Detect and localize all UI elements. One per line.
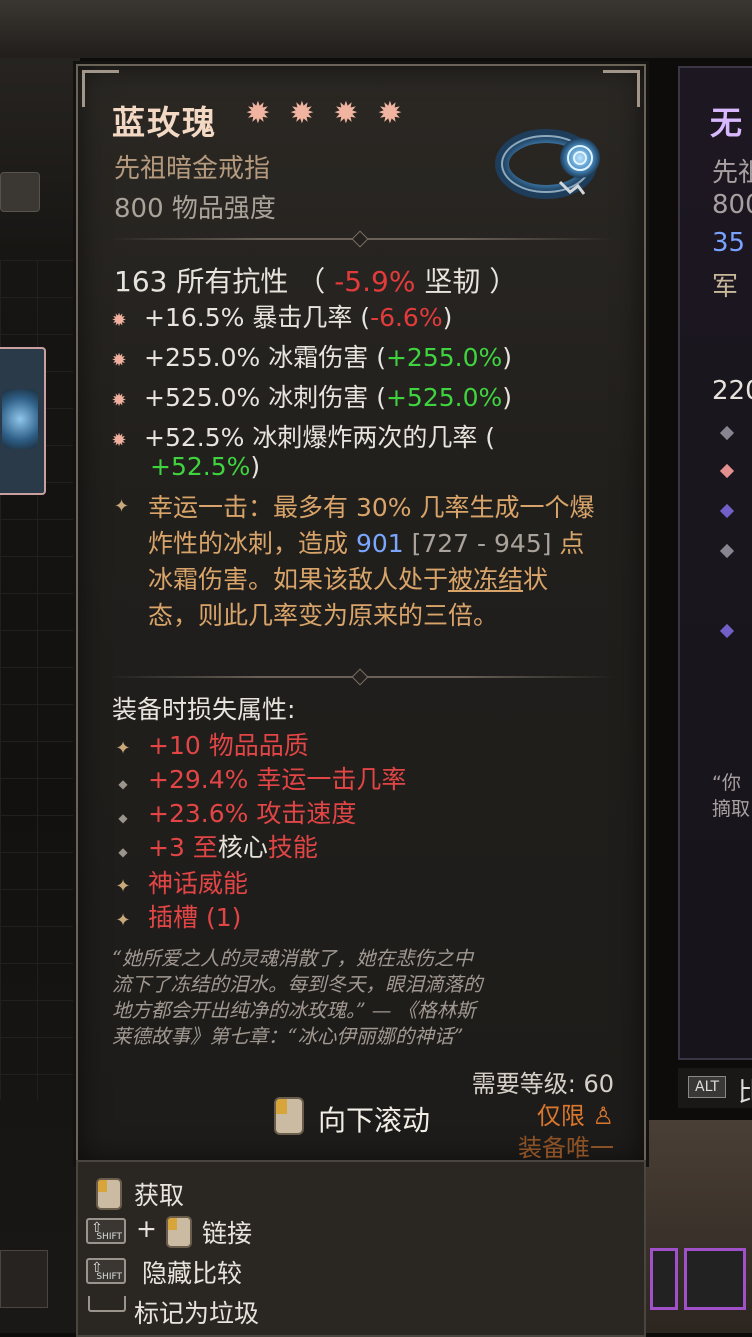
lost-stat-row: ◆ +3 至核心技能 <box>114 828 317 864</box>
unique-power: 幸运一击：最多有 30% 几率生成一个爆炸性的冰刺，造成 901 [727 - … <box>148 493 595 630</box>
compare-bullet-icon <box>719 623 735 639</box>
acquire-action[interactable]: 获取 <box>134 1176 184 1212</box>
mouse-wheel-icon <box>274 1097 304 1135</box>
shift-key-icon: SHIFT <box>86 1211 126 1245</box>
affix-row: ✹ +52.5% 冰刺爆炸两次的几率 ( <box>111 423 496 452</box>
compare-tooltip: 无 先祖 800 35 军 220 “你 摘取 <box>678 66 752 1060</box>
affix-star-icon: ✹ <box>111 430 127 451</box>
compare-item-power: 800 <box>712 190 752 220</box>
affix-star-icon: ✹ <box>111 390 127 411</box>
compare-bullet-icon <box>719 503 735 519</box>
compare-bullet-icon <box>719 463 735 479</box>
frozen-keyword-link[interactable]: 被冻结 <box>448 565 523 594</box>
lost-stat-icon: ✦ <box>115 876 131 897</box>
star-icon: ✹ <box>289 96 315 131</box>
ring-icon <box>495 129 600 199</box>
lost-stat-icon: ✦ <box>115 738 131 759</box>
alt-key-icon: ALT <box>688 1076 727 1098</box>
compare-item-stat: 220 <box>712 376 752 406</box>
mark-junk-action[interactable]: 标记为垃圾 <box>134 1294 259 1330</box>
space-key-icon <box>88 1296 126 1312</box>
affix-row: ✹ +255.0% 冰霜伤害 (+255.0%) <box>111 343 513 372</box>
lost-stat-icon: ◆ <box>118 845 128 859</box>
lost-stats-title: 装备时损失属性: <box>112 695 296 724</box>
ring-thumbnail-icon <box>2 389 38 449</box>
inventory-ring-slot[interactable] <box>0 347 46 495</box>
skill-slot[interactable] <box>650 1248 678 1310</box>
lost-stat-icon: ◆ <box>118 811 128 825</box>
link-action[interactable]: 链接 <box>202 1214 252 1250</box>
skill-slot[interactable] <box>684 1248 746 1310</box>
item-stars: ✹ ✹ ✹ ✹ <box>242 98 406 130</box>
item-name: 蓝玫瑰 <box>112 103 217 142</box>
compare-item-extra: 35 <box>712 228 746 258</box>
star-icon: ✹ <box>377 96 403 131</box>
lost-stat-icon: ◆ <box>118 777 128 791</box>
plus-sign: + <box>136 1214 157 1243</box>
lost-stat-icon: ✦ <box>115 910 131 931</box>
alt-compare-label: 比 <box>738 1078 752 1108</box>
sorcerer-class-icon: ♙ <box>592 1102 614 1130</box>
shift-key-icon: SHIFT <box>86 1251 126 1285</box>
item-type: 先祖暗金戒指 <box>114 154 271 184</box>
inventory-filter-button[interactable] <box>0 172 40 212</box>
hide-compare-action[interactable]: 隐藏比较 <box>142 1254 242 1290</box>
item-actions-panel: 获取 SHIFT + 链接 SHIFT 隐藏比较 标记为垃圾 <box>76 1160 646 1337</box>
unique-power-icon: ✦ <box>114 496 130 517</box>
star-icon: ✹ <box>245 96 271 131</box>
lost-stat-row: ✦ 插槽 (1) <box>115 903 242 932</box>
affix-row-continued: +52.5%) <box>150 452 261 481</box>
affix-star-icon: ✹ <box>111 310 127 331</box>
compare-item-line: 军 <box>712 272 739 302</box>
unique-equipped: 装备唯一 <box>518 1134 614 1162</box>
item-tooltip: 蓝玫瑰 ✹ ✹ ✹ ✹ 先祖暗金戒指 800 物品强度 163 所有抗性 （ -… <box>76 64 646 1164</box>
mouse-left-icon <box>166 1216 192 1248</box>
mouse-left-icon <box>96 1178 122 1210</box>
background-top <box>0 0 752 58</box>
item-power: 800 物品强度 <box>114 194 276 224</box>
scroll-down-hint[interactable]: 向下滚动 <box>318 1099 430 1139</box>
alt-compare-hint: ALT 比 <box>678 1068 752 1108</box>
lost-stat-row: ✦ +10 物品品质 <box>115 731 309 760</box>
frame-corner <box>603 70 640 107</box>
lost-stat-row: ✦ 神话威能 <box>115 869 249 898</box>
required-level: 需要等级: 60 <box>471 1070 614 1098</box>
compare-bullet-icon <box>719 543 735 559</box>
section-divider <box>108 230 614 248</box>
potion-icon[interactable] <box>0 1250 48 1308</box>
lost-stat-row: ◆ +29.4% 幸运一击几率 <box>114 760 406 796</box>
affix-row: ✹ +16.5% 暴击几率 (-6.6%) <box>111 303 453 332</box>
flavor-text: “她所爱之人的灵魂消散了，她在悲伤之中 流下了冻结的泪水。每到冬天，眼泪滴落的 … <box>112 947 483 1048</box>
compare-quote-2: 摘取 <box>712 798 751 820</box>
compare-quote: “你 <box>712 772 741 794</box>
base-stat: 163 所有抗性 （ -5.9% 坚韧 ） <box>114 265 518 298</box>
section-divider <box>108 668 614 686</box>
star-icon: ✹ <box>333 96 359 131</box>
affix-row: ✹ +525.0% 冰刺伤害 (+525.0%) <box>111 383 513 412</box>
compare-bullet-icon <box>719 425 735 441</box>
lost-stat-row: ◆ +23.6% 攻击速度 <box>114 794 356 830</box>
compare-item-name: 无 <box>710 104 743 142</box>
class-restriction: 仅限 ♙ <box>536 1102 614 1130</box>
affix-star-icon: ✹ <box>111 350 127 371</box>
compare-item-type: 先祖 <box>712 158 752 188</box>
